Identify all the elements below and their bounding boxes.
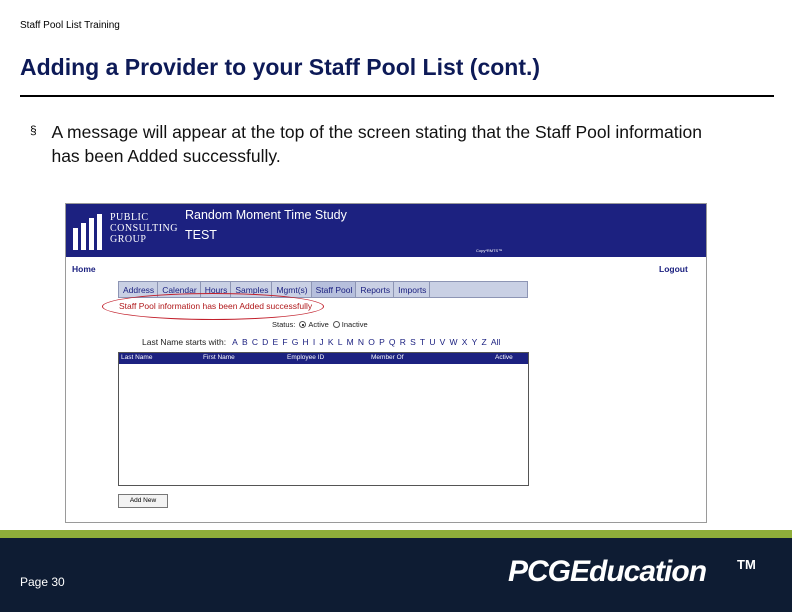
app-screenshot: PUBLIC CONSULTING GROUP Random Moment Ti… <box>65 203 707 523</box>
status-label: Status: <box>272 320 296 329</box>
footer-accent-bar <box>0 530 792 538</box>
alpha-letter-s[interactable]: S <box>410 337 416 347</box>
alpha-letter-o[interactable]: O <box>368 337 375 347</box>
logo-line: CONSULTING <box>110 223 178 234</box>
alpha-letter-c[interactable]: C <box>252 337 258 347</box>
logo-text: PUBLIC CONSULTING GROUP <box>110 212 178 245</box>
col-member-of[interactable]: Member Of <box>369 353 493 364</box>
logout-link[interactable]: Logout <box>659 264 688 274</box>
alpha-letter-p[interactable]: P <box>379 337 385 347</box>
brand-logo: PCGEducation <box>508 555 707 588</box>
tab-staff-pool[interactable]: Staff Pool <box>311 282 357 297</box>
alpha-letter-k[interactable]: K <box>328 337 334 347</box>
alpha-letter-b[interactable]: B <box>242 337 248 347</box>
alpha-letter-q[interactable]: Q <box>389 337 396 347</box>
radio-inactive[interactable] <box>332 321 340 328</box>
alpha-label: Last Name starts with: <box>142 337 227 347</box>
alpha-letter-t[interactable]: T <box>420 337 425 347</box>
alpha-filter: Last Name starts with: ABCDEFGHIJKLMNOPQ… <box>142 337 504 347</box>
alpha-letter-v[interactable]: V <box>440 337 446 347</box>
app-subtitle: TEST <box>185 228 217 242</box>
alpha-letter-all[interactable]: All <box>491 337 500 347</box>
logo-line: PUBLIC <box>110 212 149 223</box>
title-divider <box>20 95 774 97</box>
status-filter: Status: Active Inactive <box>272 320 368 329</box>
add-new-button[interactable]: Add New <box>118 494 168 508</box>
alpha-letter-g[interactable]: G <box>292 337 299 347</box>
alpha-letter-e[interactable]: E <box>272 337 278 347</box>
col-employee-id[interactable]: Employee ID <box>285 353 369 364</box>
radio-active-label: Active <box>308 320 329 329</box>
bullet-text: A message will appear at the top of the … <box>51 122 702 166</box>
columns-icon <box>73 214 102 250</box>
alpha-letter-a[interactable]: A <box>232 337 238 347</box>
slide-title: Adding a Provider to your Staff Pool Lis… <box>20 54 541 80</box>
alpha-letter-d[interactable]: D <box>262 337 268 347</box>
col-last-name[interactable]: Last Name <box>119 353 201 364</box>
success-message: Staff Pool information has been Added su… <box>119 301 313 311</box>
bullet-icon: § <box>30 123 37 137</box>
radio-inactive-label: Inactive <box>341 320 368 329</box>
slide-header: Staff Pool List Training <box>20 20 120 31</box>
alpha-letter-m[interactable]: M <box>347 337 354 347</box>
alpha-letter-j[interactable]: J <box>319 337 323 347</box>
alpha-letter-u[interactable]: U <box>429 337 435 347</box>
alpha-letter-l[interactable]: L <box>338 337 343 347</box>
alpha-letters: A B C D E F G H I J K L M N O P Q R S T U V W X Y Z All <box>232 337 504 347</box>
trademark: TM <box>737 557 756 572</box>
logo-line: GROUP <box>110 234 147 245</box>
col-first-name[interactable]: First Name <box>201 353 285 364</box>
pcg-logo: PUBLIC CONSULTING GROUP <box>72 210 182 252</box>
tab-imports[interactable]: Imports <box>394 282 431 297</box>
col-active[interactable]: Active <box>493 353 523 364</box>
page-number: Page 30 <box>20 575 65 589</box>
copyright-text: Copy*RMTS™ <box>476 248 503 253</box>
radio-active[interactable] <box>299 321 307 328</box>
app-title: Random Moment Time Study <box>185 208 347 222</box>
alpha-letter-r[interactable]: R <box>400 337 406 347</box>
alpha-letter-y[interactable]: Y <box>472 337 478 347</box>
alpha-letter-w[interactable]: W <box>450 337 458 347</box>
app-banner: PUBLIC CONSULTING GROUP Random Moment Ti… <box>66 204 706 257</box>
tab-reports[interactable]: Reports <box>356 282 395 297</box>
alpha-letter-x[interactable]: X <box>462 337 468 347</box>
alpha-letter-i[interactable]: I <box>313 337 315 347</box>
alpha-letter-z[interactable]: Z <box>481 337 486 347</box>
alpha-letter-n[interactable]: N <box>358 337 364 347</box>
table-header: Last Name First Name Employee ID Member … <box>119 353 528 364</box>
alpha-letter-f[interactable]: F <box>282 337 287 347</box>
staff-pool-table: Last Name First Name Employee ID Member … <box>118 352 529 486</box>
bullet-item: § A message will appear at the top of th… <box>30 120 730 168</box>
alpha-letter-h[interactable]: H <box>303 337 309 347</box>
home-link[interactable]: Home <box>72 264 96 274</box>
